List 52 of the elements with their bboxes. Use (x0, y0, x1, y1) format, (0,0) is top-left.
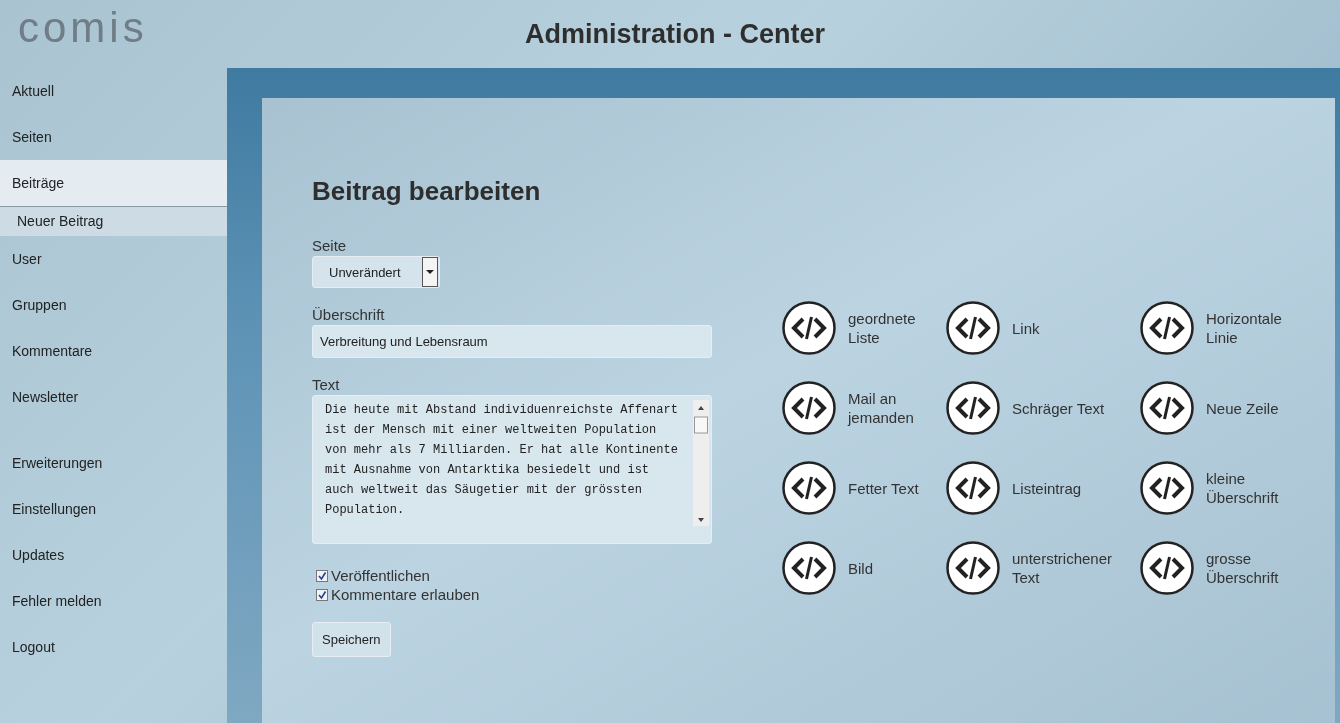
caret-icon (422, 257, 438, 287)
code-icon[interactable] (782, 461, 836, 515)
code-icon[interactable] (946, 301, 1000, 355)
sidebar-item[interactable]: Einstellungen (0, 486, 227, 532)
logo: comis (17, 4, 149, 52)
tag-label[interactable]: kleine Überschrift (1206, 469, 1300, 507)
form-title: Beitrag bearbeiten (312, 176, 541, 207)
sidebar-item[interactable]: Aktuell (0, 68, 227, 114)
sidebar-item[interactable]: Logout (0, 624, 227, 670)
code-icon[interactable] (782, 541, 836, 595)
sidebar-item[interactable]: Newsletter (0, 374, 227, 420)
tag-label[interactable]: Listeintrag (1012, 478, 1134, 498)
checkbox-label: Veröffentlichen (331, 566, 430, 585)
sidebar-item[interactable]: Fehler melden (0, 578, 227, 624)
tag-label[interactable]: grosse Überschrift (1206, 549, 1300, 587)
heading-field[interactable]: Verbreitung und Lebensraum (312, 325, 712, 358)
tag-label[interactable]: Horizontale Linie (1206, 309, 1300, 347)
tag-label[interactable]: Fetter Text (848, 478, 928, 498)
sidebar-item[interactable]: Beiträge (0, 160, 227, 207)
code-icon[interactable] (1140, 461, 1194, 515)
sidebar-item[interactable]: Gruppen (0, 282, 227, 328)
tag-label[interactable]: Bild (848, 558, 928, 578)
code-icon[interactable] (1140, 301, 1194, 355)
code-icon[interactable] (782, 301, 836, 355)
checkbox[interactable] (316, 569, 328, 582)
save-button[interactable]: Speichern (312, 622, 391, 657)
code-icon[interactable] (782, 381, 836, 435)
tag-label[interactable]: Schräger Text (1012, 398, 1134, 418)
field-label: Seite (312, 237, 347, 254)
text-area[interactable]: Die heute mit Abstand individuenreichste Affenart ist der Mensch mit einer weltweiten Population von mehr als 7 Milliarden. Er hat alle Kontinente mit Ausnahme von Antarktika besiedelt und ist auch weltweit das Säugetier mit der grössten Population. (312, 395, 712, 544)
sidebar-item[interactable]: Erweiterungen (0, 440, 227, 486)
sidebar-item[interactable]: Updates (0, 532, 227, 578)
sidebar-item[interactable]: Kommentare (0, 328, 227, 374)
sidebar-item[interactable]: Seiten (0, 114, 227, 160)
checkbox[interactable] (316, 588, 328, 601)
code-icon[interactable] (946, 461, 1000, 515)
tag-label[interactable]: Mail an jemanden (848, 389, 928, 427)
tag-label[interactable]: unterstrichener Text (1012, 549, 1134, 587)
tag-label[interactable]: Neue Zeile (1206, 398, 1300, 418)
page-title: Administration - Center (525, 18, 826, 50)
page-select[interactable]: Unverändert (312, 256, 440, 288)
tag-label[interactable]: geordnete Liste (848, 309, 928, 347)
code-icon[interactable] (946, 381, 1000, 435)
code-icon[interactable] (1140, 541, 1194, 595)
sidebar-item[interactable]: User (0, 236, 227, 282)
checkbox-label: Kommentare erlauben (331, 585, 480, 604)
code-icon[interactable] (1140, 381, 1194, 435)
tag-label[interactable]: Link (1012, 318, 1134, 338)
field-label: Überschrift (312, 306, 385, 323)
code-icon[interactable] (946, 541, 1000, 595)
sidebar-subitem[interactable]: Neuer Beitrag (0, 207, 227, 236)
field-label: Text (312, 376, 340, 393)
